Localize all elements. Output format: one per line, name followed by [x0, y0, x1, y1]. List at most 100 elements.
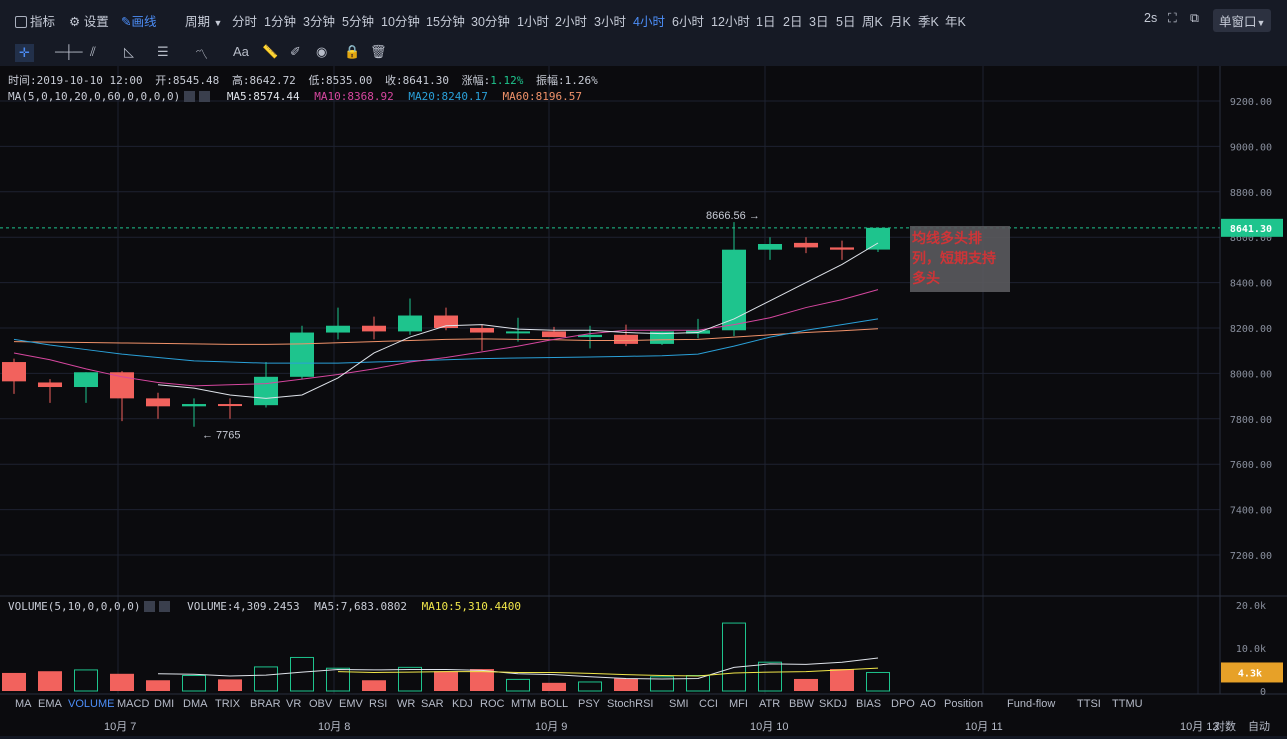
settings-icon[interactable]: [144, 601, 156, 612]
indicator-tab[interactable]: DMA: [183, 698, 207, 710]
chart-area[interactable]: 8666.56 → ← 7765 9200.00 9000.00 8800.00 8600…: [0, 66, 1287, 736]
auto-scale-button[interactable]: 自动: [1248, 718, 1270, 734]
indicator-tab[interactable]: Position: [944, 698, 983, 710]
period-dropdown[interactable]: 周期 ▼: [185, 11, 222, 30]
indicator-tab[interactable]: Fund-flow: [1007, 698, 1055, 710]
period-tab[interactable]: 1分钟: [264, 11, 296, 30]
annotation-box[interactable]: 均线多头排列，短期支持多头: [910, 226, 1010, 292]
indicator-tab[interactable]: BOLL: [540, 698, 568, 710]
indicator-tab[interactable]: KDJ: [452, 698, 473, 710]
indicator-tab[interactable]: DPO: [891, 698, 915, 710]
indicator-tab[interactable]: WR: [397, 698, 415, 710]
trash-icon[interactable]: 🗑: [370, 44, 387, 60]
indicator-tab[interactable]: OBV: [309, 698, 332, 710]
period-tab[interactable]: 3日: [809, 11, 828, 30]
period-tab[interactable]: 年K: [945, 11, 966, 30]
close-icon[interactable]: [159, 601, 171, 612]
indicator-tab[interactable]: SMI: [669, 698, 689, 710]
channel-icon[interactable]: ☰: [157, 44, 169, 60]
period-tab[interactable]: 4小时: [633, 11, 665, 30]
indicator-tab[interactable]: CCI: [699, 698, 718, 710]
indicator-tab[interactable]: MTM: [511, 698, 536, 710]
period-tab[interactable]: 2小时: [555, 11, 587, 30]
time-axis-label: 10月 9: [535, 721, 568, 733]
indicator-tab[interactable]: VOLUME: [68, 698, 114, 710]
indicator-icon: [15, 16, 27, 28]
settings-button[interactable]: ⚙ 设置: [69, 11, 109, 30]
indicator-tab[interactable]: MACD: [117, 698, 149, 710]
period-tab[interactable]: 5分钟: [342, 11, 374, 30]
candle-body: [362, 325, 386, 332]
indicator-tab[interactable]: TTMU: [1112, 698, 1143, 710]
popout-icon[interactable]: ⧉: [1190, 11, 1199, 26]
indicator-tab[interactable]: MA: [15, 698, 32, 710]
period-tab[interactable]: 3小时: [594, 11, 626, 30]
period-tab[interactable]: 分时: [232, 11, 257, 30]
candle-body: [254, 376, 278, 406]
period-tab[interactable]: 6小时: [672, 11, 704, 30]
period-tab[interactable]: 15分钟: [426, 11, 465, 30]
ma10-line: [13, 289, 879, 387]
indicator-tab[interactable]: AO: [920, 698, 936, 710]
period-tab[interactable]: 3分钟: [303, 11, 335, 30]
indicator-tab[interactable]: StochRSI: [607, 698, 653, 710]
visibility-icon[interactable]: ◉: [316, 44, 327, 60]
indicators-button[interactable]: 指标: [15, 11, 55, 30]
period-tab[interactable]: 季K: [918, 11, 939, 30]
refresh-interval[interactable]: 2s: [1144, 11, 1157, 25]
price-axis-label: 7400.00: [1230, 506, 1272, 517]
price-axis-label: 9000.00: [1230, 142, 1272, 153]
fullscreen-icon[interactable]: ⛶: [1168, 11, 1177, 26]
indicator-tab[interactable]: SKDJ: [819, 698, 847, 710]
indicator-tab[interactable]: DMI: [154, 698, 174, 710]
indicator-tab[interactable]: TRIX: [215, 698, 240, 710]
window-mode-select[interactable]: 单窗口▼: [1213, 9, 1272, 32]
indicator-tab[interactable]: EMA: [38, 698, 62, 710]
period-tab[interactable]: 5日: [836, 11, 855, 30]
volume-bar: [218, 679, 242, 691]
settings-icon[interactable]: [184, 91, 196, 102]
brush-icon[interactable]: ✐: [290, 44, 301, 60]
period-tab[interactable]: 12小时: [711, 11, 750, 30]
indicator-tab[interactable]: SAR: [421, 698, 444, 710]
volume-bar: [830, 669, 854, 691]
period-tab[interactable]: 周K: [862, 11, 883, 30]
indicator-tab[interactable]: BRAR: [250, 698, 281, 710]
period-tab[interactable]: 2日: [783, 11, 802, 30]
indicator-tab[interactable]: TTSI: [1077, 698, 1101, 710]
period-tab[interactable]: 30分钟: [471, 11, 510, 30]
period-tab[interactable]: 10分钟: [381, 11, 420, 30]
indicator-tab[interactable]: ROC: [480, 698, 504, 710]
indicator-tab[interactable]: MFI: [729, 698, 748, 710]
close-icon[interactable]: [199, 91, 211, 102]
crosshair-icon[interactable]: ✛: [15, 44, 34, 62]
price-axis-label: 9200.00: [1230, 97, 1272, 108]
indicator-tab[interactable]: VR: [286, 698, 301, 710]
indicator-tab[interactable]: PSY: [578, 698, 600, 710]
indicator-tab[interactable]: BBW: [789, 698, 814, 710]
indicator-tab[interactable]: EMV: [339, 698, 363, 710]
candle-body: [2, 362, 26, 382]
low-marker: ← 7765: [202, 430, 241, 442]
lock-icon[interactable]: 🔒: [344, 44, 360, 60]
indicator-tab[interactable]: RSI: [369, 698, 387, 710]
horizontal-line-icon[interactable]: ─┼─: [55, 44, 83, 59]
volume-bar: [110, 673, 134, 691]
candlestick-chart[interactable]: 8666.56 →← 77659200.009000.008800.008600…: [0, 66, 1287, 736]
indicator-tab[interactable]: BIAS: [856, 698, 881, 710]
log-scale-button[interactable]: 对数: [1214, 718, 1236, 734]
triangle-icon[interactable]: ◺: [124, 44, 134, 60]
ruler-icon[interactable]: 📏: [262, 44, 278, 60]
period-tab[interactable]: 月K: [890, 11, 911, 30]
candle-body: [110, 372, 134, 399]
price-axis-label: 7600.00: [1230, 460, 1272, 471]
parallel-lines-icon[interactable]: ⫽: [90, 44, 96, 60]
period-tab[interactable]: 1日: [756, 11, 775, 30]
text-tool[interactable]: Aa: [233, 44, 249, 59]
draw-button[interactable]: ✎画线: [121, 11, 157, 30]
candle-body: [614, 334, 638, 344]
indicator-tab[interactable]: ATR: [759, 698, 780, 710]
volume-bar: [758, 661, 782, 692]
period-tab[interactable]: 1小时: [517, 11, 549, 30]
wave-icon[interactable]: 〽: [195, 44, 208, 63]
